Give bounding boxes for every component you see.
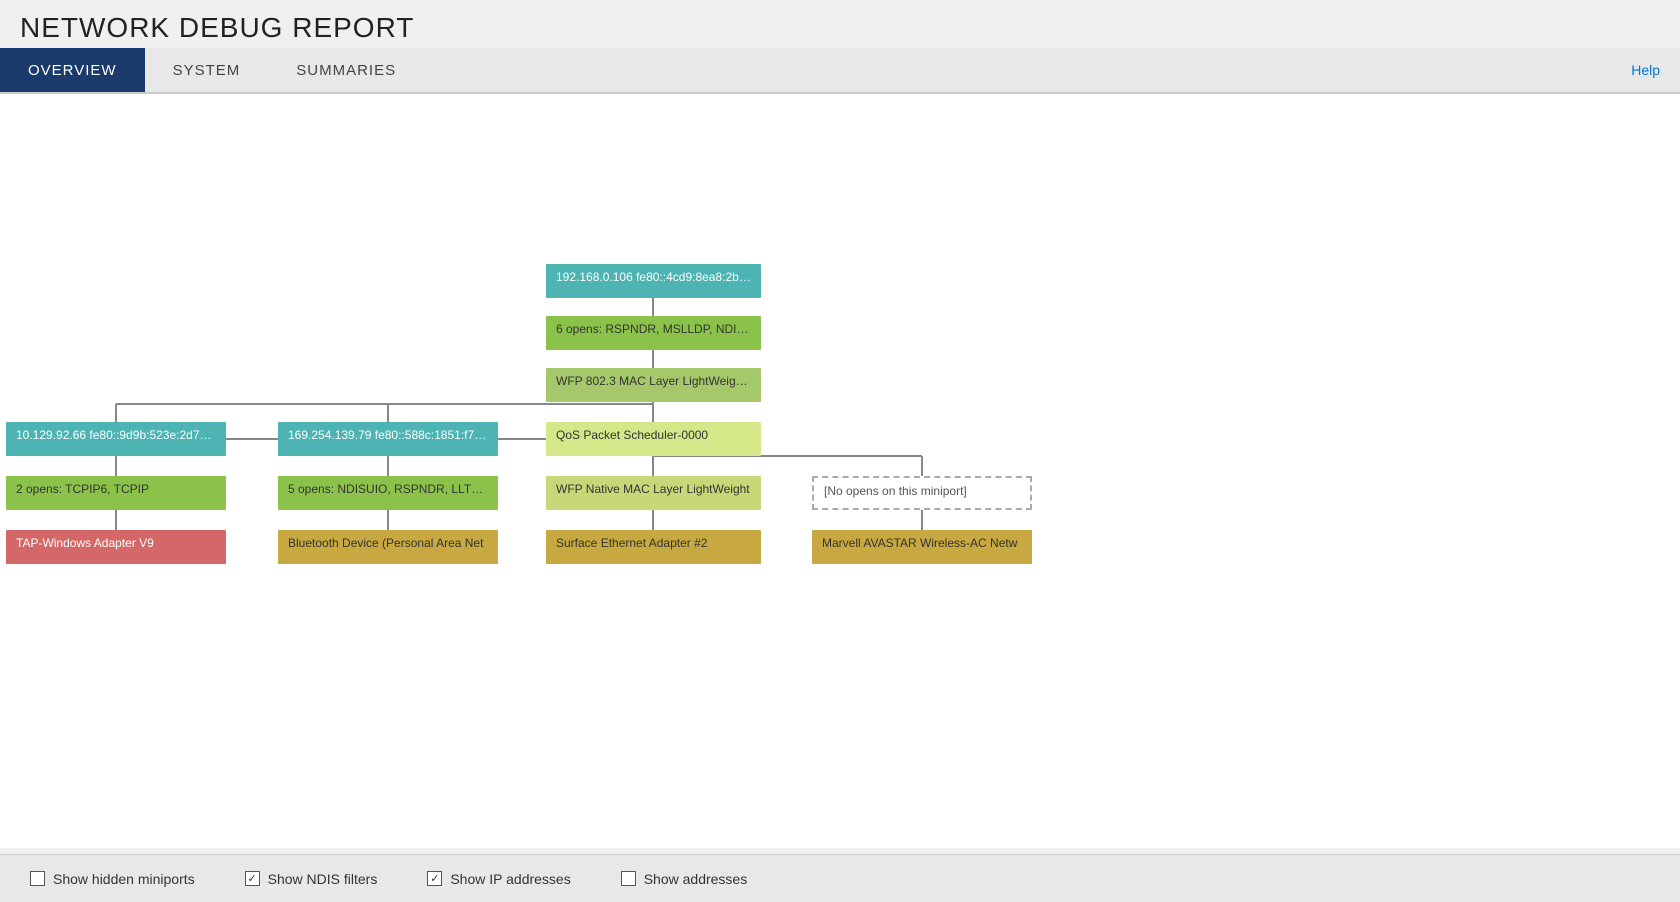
node-ip-bt[interactable]: 169.254.139.79 fe80::588c:1851:f711: — [278, 422, 498, 456]
main-content: 192.168.0.106 fe80::4cd9:8ea8:2bc0:e 6 o… — [0, 94, 1680, 848]
node-wfp-mac[interactable]: WFP 802.3 MAC Layer LightWeight Fi — [546, 368, 761, 402]
label-show-hidden: Show hidden miniports — [53, 871, 195, 887]
footer-show-ndis[interactable]: Show NDIS filters — [245, 871, 378, 887]
node-ip-main[interactable]: 192.168.0.106 fe80::4cd9:8ea8:2bc0:e — [546, 264, 761, 298]
footer-show-ip[interactable]: Show IP addresses — [427, 871, 570, 887]
node-marvell[interactable]: Marvell AVASTAR Wireless-AC Netw — [812, 530, 1032, 564]
node-tap-adapter[interactable]: TAP-Windows Adapter V9 — [6, 530, 226, 564]
node-bt-device[interactable]: Bluetooth Device (Personal Area Net — [278, 530, 498, 564]
help-link[interactable]: Help — [1631, 62, 1660, 78]
footer-bar: Show hidden miniports Show NDIS filters … — [0, 854, 1680, 902]
checkbox-show-ndis[interactable] — [245, 871, 260, 886]
label-show-addresses: Show addresses — [644, 871, 748, 887]
checkbox-show-hidden[interactable] — [30, 871, 45, 886]
checkbox-show-addresses[interactable] — [621, 871, 636, 886]
footer-show-hidden[interactable]: Show hidden miniports — [30, 871, 195, 887]
footer-show-addresses[interactable]: Show addresses — [621, 871, 748, 887]
node-no-opens[interactable]: [No opens on this miniport] — [812, 476, 1032, 510]
label-show-ndis: Show NDIS filters — [268, 871, 378, 887]
tab-system[interactable]: System — [145, 48, 269, 92]
node-qos[interactable]: QoS Packet Scheduler-0000 — [546, 422, 761, 456]
tab-summaries[interactable]: Summaries — [268, 48, 424, 92]
tab-overview[interactable]: Overview — [0, 48, 145, 92]
node-opens-bt[interactable]: 5 opens: NDISUIO, RSPNDR, LLTDIO, — [278, 476, 498, 510]
label-show-ip: Show IP addresses — [450, 871, 570, 887]
node-wfp-native[interactable]: WFP Native MAC Layer LightWeight — [546, 476, 761, 510]
node-opens-main[interactable]: 6 opens: RSPNDR, MSLLDP, NDISUIO — [546, 316, 761, 350]
nav-bar: Overview System Summaries Help — [0, 48, 1680, 94]
node-ip-tap[interactable]: 10.129.92.66 fe80::9d9b:523e:2d70:2 — [6, 422, 226, 456]
app-title: Network Debug Report — [20, 12, 1660, 44]
node-surface-eth2[interactable]: Surface Ethernet Adapter #2 — [546, 530, 761, 564]
checkbox-show-ip[interactable] — [427, 871, 442, 886]
connector-lines — [0, 94, 1680, 848]
app-header: Network Debug Report — [0, 0, 1680, 48]
node-opens-tap[interactable]: 2 opens: TCPIP6, TCPIP — [6, 476, 226, 510]
